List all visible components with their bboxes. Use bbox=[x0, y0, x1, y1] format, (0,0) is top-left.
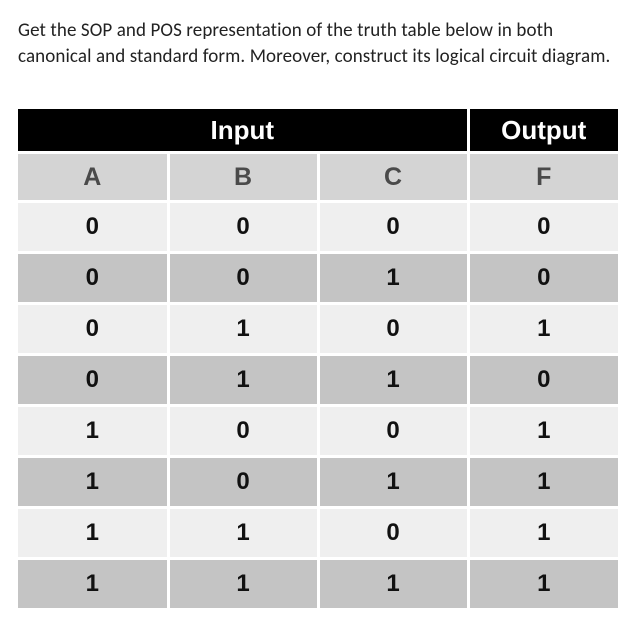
cell-b: 0 bbox=[168, 406, 318, 457]
cell-c: 1 bbox=[318, 559, 468, 609]
cell-f: 0 bbox=[468, 355, 618, 406]
col-f: F bbox=[468, 153, 618, 202]
table-column-header-row: A B C F bbox=[18, 153, 618, 202]
cell-c: 0 bbox=[318, 304, 468, 355]
cell-a: 0 bbox=[18, 304, 168, 355]
cell-c: 1 bbox=[318, 355, 468, 406]
cell-b: 0 bbox=[168, 457, 318, 508]
cell-f: 1 bbox=[468, 559, 618, 609]
cell-f: 1 bbox=[468, 457, 618, 508]
table-row: 1 1 0 1 bbox=[18, 508, 618, 559]
cell-a: 0 bbox=[18, 253, 168, 304]
cell-c: 1 bbox=[318, 457, 468, 508]
cell-b: 1 bbox=[168, 355, 318, 406]
cell-b: 0 bbox=[168, 253, 318, 304]
table-row: 1 0 1 1 bbox=[18, 457, 618, 508]
table-row: 1 1 1 1 bbox=[18, 559, 618, 609]
cell-a: 0 bbox=[18, 202, 168, 253]
cell-b: 0 bbox=[168, 202, 318, 253]
col-a: A bbox=[18, 153, 168, 202]
cell-f: 0 bbox=[468, 202, 618, 253]
cell-a: 1 bbox=[18, 457, 168, 508]
col-c: C bbox=[318, 153, 468, 202]
table-row: 0 0 1 0 bbox=[18, 253, 618, 304]
header-input: Input bbox=[18, 109, 468, 153]
cell-f: 1 bbox=[468, 508, 618, 559]
col-b: B bbox=[168, 153, 318, 202]
cell-f: 1 bbox=[468, 406, 618, 457]
cell-b: 1 bbox=[168, 508, 318, 559]
cell-a: 0 bbox=[18, 355, 168, 406]
cell-c: 1 bbox=[318, 253, 468, 304]
cell-b: 1 bbox=[168, 559, 318, 609]
cell-b: 1 bbox=[168, 304, 318, 355]
cell-f: 1 bbox=[468, 304, 618, 355]
cell-c: 0 bbox=[318, 508, 468, 559]
cell-a: 1 bbox=[18, 508, 168, 559]
table-group-header-row: Input Output bbox=[18, 109, 618, 153]
table-row: 1 0 0 1 bbox=[18, 406, 618, 457]
cell-f: 0 bbox=[468, 253, 618, 304]
table-row: 0 0 0 0 bbox=[18, 202, 618, 253]
table-row: 0 1 1 0 bbox=[18, 355, 618, 406]
cell-c: 0 bbox=[318, 406, 468, 457]
cell-c: 0 bbox=[318, 202, 468, 253]
header-output: Output bbox=[468, 109, 618, 153]
truth-table: Input Output A B C F 0 0 0 0 0 0 1 0 0 1… bbox=[18, 109, 618, 608]
cell-a: 1 bbox=[18, 406, 168, 457]
cell-a: 1 bbox=[18, 559, 168, 609]
question-text: Get the SOP and POS representation of th… bbox=[18, 18, 624, 69]
table-row: 0 1 0 1 bbox=[18, 304, 618, 355]
